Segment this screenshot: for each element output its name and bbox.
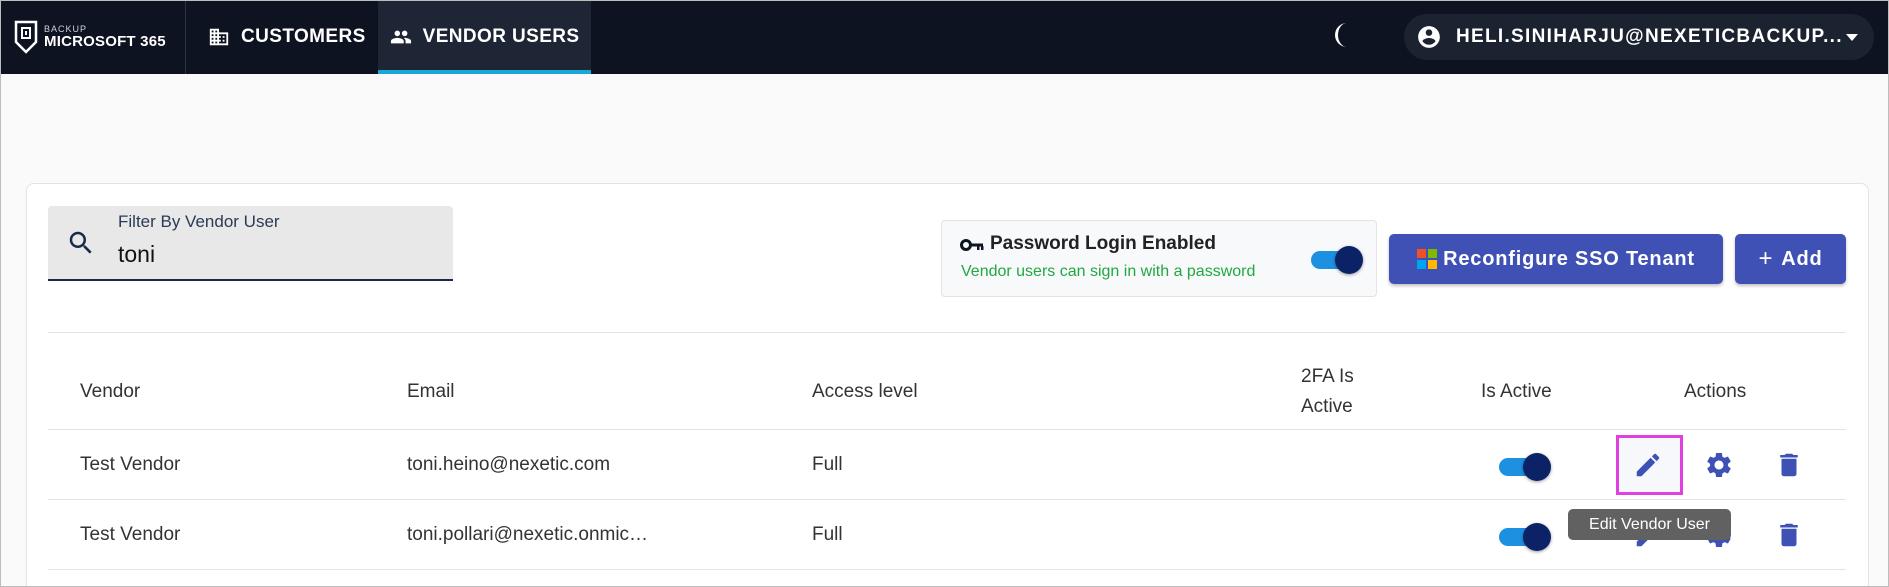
key-icon (960, 239, 984, 251)
tab-vendor-users[interactable]: VENDOR USERS (377, 0, 592, 74)
column-header-2fa-line1[interactable]: 2FA Is (1301, 366, 1354, 388)
cell-vendor: Test Vendor (80, 454, 181, 475)
column-header-2fa-line2[interactable]: Active (1301, 396, 1353, 418)
people-icon (390, 30, 411, 44)
filter-label: Filter By Vendor User (118, 212, 280, 231)
row-divider (48, 569, 1846, 570)
row-divider (48, 499, 1846, 500)
cell-access-level: Full (812, 524, 843, 545)
password-login-subtitle: Vendor users can sign in with a password (961, 263, 1256, 280)
add-vendor-user-button[interactable]: + Add (1735, 234, 1846, 284)
chevron-down-icon (1846, 34, 1858, 41)
brand-text: BACKUP MICROSOFT 365 (44, 25, 166, 50)
plus-icon: + (1758, 245, 1774, 272)
edit-tooltip: Edit Vendor User (1568, 509, 1731, 540)
column-header-vendor[interactable]: Vendor (80, 381, 140, 403)
microsoft-logo-icon (1417, 249, 1438, 269)
toggle-knob (1335, 246, 1363, 274)
cell-email: toni.pollari@nexetic.onmic… (407, 524, 649, 545)
header-divider (48, 332, 1846, 333)
add-label: Add (1781, 247, 1823, 270)
toggle-knob (1523, 453, 1551, 481)
tab-customers[interactable]: CUSTOMERS (186, 0, 378, 74)
pencil-icon[interactable] (1633, 450, 1663, 480)
gear-icon[interactable] (1704, 450, 1734, 480)
building-icon (209, 28, 229, 46)
is-active-toggle[interactable] (1497, 523, 1551, 551)
reconfigure-sso-label: Reconfigure SSO Tenant (1443, 247, 1695, 270)
trash-icon[interactable] (1774, 520, 1804, 550)
is-active-toggle[interactable] (1497, 453, 1551, 481)
tab-vendor-users-label: VENDOR USERS (422, 26, 580, 47)
moon-icon[interactable] (1334, 20, 1364, 50)
cell-vendor: Test Vendor (80, 524, 181, 545)
column-header-access-level[interactable]: Access level (812, 381, 918, 403)
user-menu[interactable]: HELI.SINIHARJU@NEXETICBACKUP... (1404, 14, 1874, 60)
column-header-is-active[interactable]: Is Active (1481, 381, 1552, 403)
shield-logo-icon (14, 20, 38, 54)
search-icon (69, 231, 92, 254)
filter-field[interactable]: Filter By Vendor User (48, 206, 453, 281)
column-header-actions: Actions (1684, 381, 1747, 402)
filter-input[interactable] (118, 237, 438, 271)
account-circle-icon (1418, 26, 1440, 48)
reconfigure-sso-button[interactable]: Reconfigure SSO Tenant (1389, 234, 1723, 284)
password-login-toggle[interactable] (1309, 246, 1363, 274)
user-email: HELI.SINIHARJU@NEXETICBACKUP... (1456, 26, 1843, 47)
column-header-email[interactable]: Email (407, 381, 455, 403)
brand-name: MICROSOFT 365 (44, 33, 166, 50)
password-login-title: Password Login Enabled (990, 233, 1216, 254)
tab-customers-label: CUSTOMERS (241, 26, 366, 47)
row-divider (48, 429, 1846, 430)
cell-access-level: Full (812, 454, 843, 475)
trash-icon[interactable] (1774, 450, 1804, 480)
password-login-panel: Password Login Enabled Vendor users can … (941, 220, 1377, 297)
cell-email: toni.heino@nexetic.com (407, 454, 611, 475)
toggle-knob (1523, 523, 1551, 551)
app-logo[interactable]: BACKUP MICROSOFT 365 (0, 0, 186, 74)
